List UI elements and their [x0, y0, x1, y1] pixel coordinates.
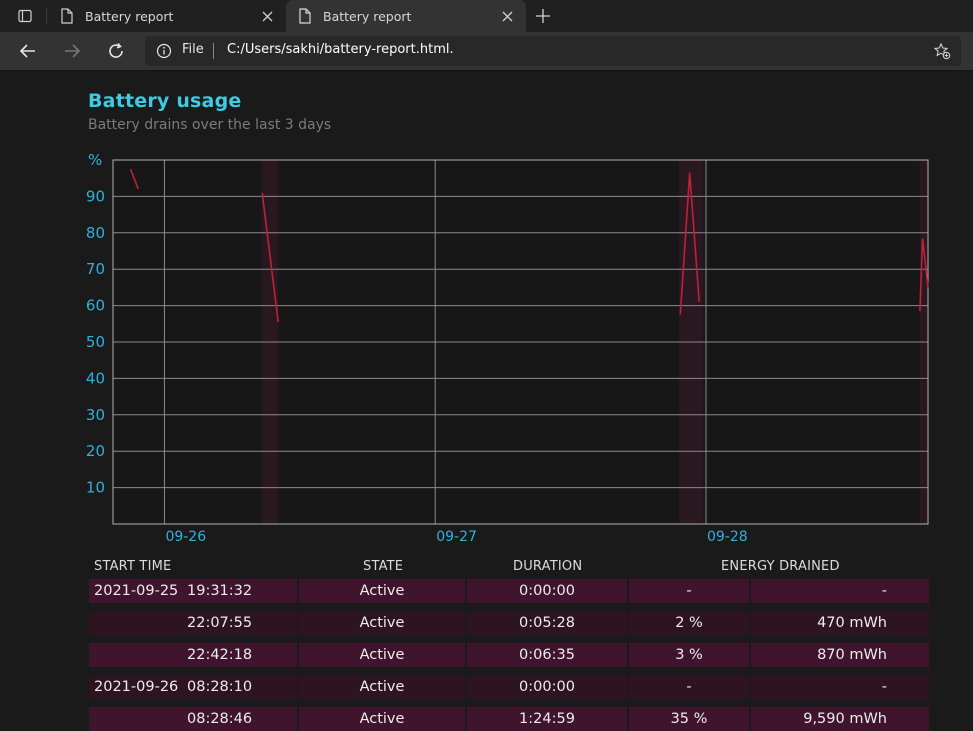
start-clock: 08:28:46: [187, 711, 253, 727]
tab-actions-button[interactable]: [8, 0, 42, 32]
y-tick-label: 80: [86, 224, 105, 242]
y-tick-label: 10: [86, 479, 105, 497]
percent-cell: -: [629, 675, 749, 699]
tab-battery-report-1[interactable]: Battery report: [48, 0, 286, 32]
state-cell: Active: [299, 675, 465, 699]
col-header-energy-drained: ENERGY DRAINED: [721, 559, 840, 574]
tab-label: Battery report: [323, 8, 412, 24]
start-date: 2021-09-25: [94, 583, 179, 599]
table-row: 22:07:55 Active 0:05:28 2 % 470 mWh: [89, 611, 929, 635]
duration-cell: 0:00:00: [467, 675, 627, 699]
col-header-state: STATE: [363, 559, 404, 574]
x-tick-label: 09-26: [165, 529, 206, 541]
start-time-cell: 22:42:18: [89, 643, 297, 667]
energy-cell: -: [751, 675, 929, 699]
y-tick-label: 70: [86, 260, 105, 278]
tab-strip: Battery report Battery report: [0, 0, 973, 32]
close-icon: [502, 11, 512, 21]
close-icon: [262, 11, 272, 21]
y-tick-label: 50: [86, 333, 105, 351]
percent-cell: 3 %: [629, 643, 749, 667]
start-clock: 22:07:55: [187, 615, 253, 631]
start-time-cell: 08:28:46: [89, 707, 297, 731]
close-tab-button[interactable]: [260, 9, 274, 23]
start-clock: 08:28:10: [187, 679, 253, 695]
start-clock: 22:42:18: [187, 647, 253, 663]
duration-cell: 1:24:59: [467, 707, 627, 731]
energy-cell: -: [751, 579, 929, 603]
percent-cell: 35 %: [629, 707, 749, 731]
y-tick-label: 20: [86, 442, 105, 460]
y-axis-label: %: [88, 151, 102, 169]
start-clock: 19:31:32: [187, 583, 253, 599]
start-time-cell: 2021-09-25 19:31:32: [89, 579, 297, 603]
report-content: Battery usage Battery drains over the la…: [0, 71, 973, 731]
percent-cell: -: [629, 579, 749, 603]
x-tick-label: 09-27: [436, 529, 477, 541]
tab-actions-icon: [18, 9, 32, 23]
table-row: 2021-09-25 19:31:32 Active 0:00:00- -: [89, 579, 929, 603]
energy-cell: 9,590 mWh: [751, 707, 929, 731]
battery-usage-chart: 10 20 30 40 50 60 70 80 90 09-26 09-27 09-28%: [86, 151, 929, 541]
info-icon[interactable]: [156, 43, 172, 59]
energy-cell: 870 mWh: [751, 643, 929, 667]
tab-battery-report-2[interactable]: Battery report: [286, 0, 526, 32]
energy-cell: 470 mWh: [751, 611, 929, 635]
col-header-duration: DURATION: [513, 559, 583, 574]
url-text[interactable]: C:/Users/sakhi/battery-report.html.: [227, 42, 454, 57]
state-cell: Active: [299, 707, 465, 731]
y-tick-label: 90: [86, 187, 105, 205]
close-tab-button[interactable]: [500, 9, 514, 23]
state-cell: Active: [299, 611, 465, 635]
back-icon[interactable]: [18, 41, 38, 61]
y-tick-label: 30: [86, 406, 105, 424]
y-tick-label: 40: [86, 369, 105, 387]
table-row: 08:28:46 Active 1:24:59 35 % 9,590 mWh: [89, 707, 929, 731]
start-date: 2021-09-26: [94, 679, 179, 695]
forward-icon[interactable]: [62, 41, 82, 61]
table-row: 2021-09-26 08:28:10 Active 0:00:00- -: [89, 675, 929, 699]
y-tick-label: 60: [86, 297, 105, 315]
table-row: 22:42:18 Active 0:06:35 3 % 870 mWh: [89, 643, 929, 667]
address-bar[interactable]: File C:/Users/sakhi/battery-report.html.: [145, 36, 961, 66]
address-divider: [213, 43, 214, 59]
scheme-label: File: [182, 42, 204, 57]
col-header-start-time: START TIME: [94, 559, 172, 574]
start-time-cell: 22:07:55: [89, 611, 297, 635]
tab-label: Battery report: [85, 8, 174, 24]
add-favorite-icon[interactable]: [933, 42, 951, 60]
refresh-icon[interactable]: [106, 41, 126, 61]
state-cell: Active: [299, 643, 465, 667]
start-time-cell: 2021-09-26 08:28:10: [89, 675, 297, 699]
percent-cell: 2 %: [629, 611, 749, 635]
state-cell: Active: [299, 579, 465, 603]
duration-cell: 0:05:28: [467, 611, 627, 635]
tab-separator: [46, 7, 47, 25]
x-tick-label: 09-28: [707, 529, 748, 541]
page-icon: [299, 8, 311, 24]
page-icon: [61, 8, 73, 24]
duration-cell: 0:00:00: [467, 579, 627, 603]
new-tab-icon[interactable]: [534, 7, 552, 25]
duration-cell: 0:06:35: [467, 643, 627, 667]
browser-toolbar: File C:/Users/sakhi/battery-report.html.: [0, 32, 973, 71]
